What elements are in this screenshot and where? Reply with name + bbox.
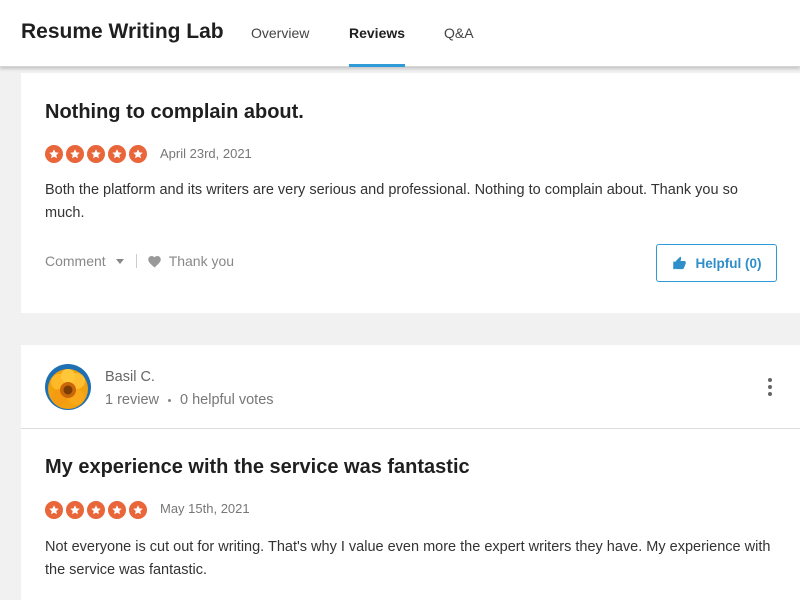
active-tab-indicator — [349, 64, 405, 67]
star-icon — [129, 145, 147, 163]
review-date: April 23rd, 2021 — [160, 146, 252, 161]
comment-button[interactable]: Comment — [45, 253, 124, 269]
star-icon — [129, 501, 147, 519]
tab-overview[interactable]: Overview — [251, 25, 309, 41]
review-card: Basil C. 1 review 0 helpful votes My exp… — [21, 345, 800, 600]
review-title: Nothing to complain about. — [45, 101, 304, 123]
top-nav: Resume Writing Lab Overview Reviews Q&A — [0, 0, 800, 67]
meta-separator — [168, 398, 171, 402]
thank-you-label: Thank you — [168, 253, 235, 269]
review-card: Nothing to complain about. April 23rd, 2… — [21, 73, 800, 313]
thank-you-button[interactable]: Thank you — [147, 253, 234, 269]
tab-reviews[interactable]: Reviews — [349, 25, 405, 41]
more-options-icon[interactable] — [764, 378, 776, 396]
review-body: Both the platform and its writers are ve… — [45, 182, 738, 221]
star-icon — [108, 501, 126, 519]
comment-label: Comment — [45, 253, 106, 269]
brand-title[interactable]: Resume Writing Lab — [21, 20, 224, 44]
star-icon — [66, 145, 84, 163]
reviewer-stats: 1 review 0 helpful votes — [105, 392, 274, 408]
helpful-label: Helpful (0) — [695, 255, 762, 271]
star-icon — [45, 501, 63, 519]
review-count: 1 review — [105, 392, 159, 408]
reviewer-name[interactable]: Basil C. — [105, 369, 155, 385]
heart-icon — [147, 254, 162, 268]
review-actions: Comment Thank you — [45, 253, 234, 269]
tab-qa[interactable]: Q&A — [444, 25, 474, 41]
star-icon — [87, 501, 105, 519]
review-date: May 15th, 2021 — [160, 501, 250, 516]
star-icon — [45, 145, 63, 163]
helpful-votes: 0 helpful votes — [180, 392, 274, 408]
sunflower-avatar-icon — [45, 364, 91, 410]
star-icon — [66, 501, 84, 519]
helpful-button[interactable]: Helpful (0) — [656, 244, 777, 282]
card-divider — [21, 428, 800, 429]
star-rating — [45, 145, 147, 163]
thumbs-up-icon — [672, 256, 687, 271]
action-divider — [135, 254, 137, 268]
star-rating — [45, 501, 147, 519]
chevron-down-icon — [115, 259, 124, 264]
star-icon — [108, 145, 126, 163]
avatar[interactable] — [45, 364, 91, 410]
review-body: Not everyone is cut out for writing. Tha… — [45, 539, 771, 578]
star-icon — [87, 145, 105, 163]
review-title: My experience with the service was fanta… — [45, 456, 470, 478]
